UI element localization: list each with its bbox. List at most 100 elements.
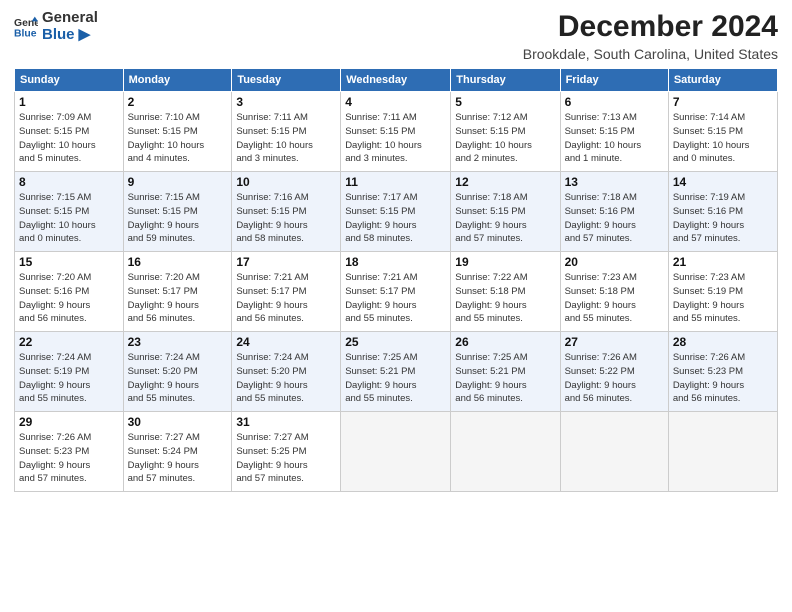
day-number: 27 [565, 335, 664, 349]
day-number: 17 [236, 255, 336, 269]
day-info: Sunrise: 7:20 AMSunset: 5:17 PMDaylight:… [128, 271, 228, 326]
logo-icon: General Blue [14, 15, 38, 39]
calendar-day-header: Monday [123, 69, 232, 92]
day-number: 24 [236, 335, 336, 349]
calendar-cell: 24 Sunrise: 7:24 AMSunset: 5:20 PMDayligh… [232, 332, 341, 412]
day-number: 16 [128, 255, 228, 269]
day-number: 8 [19, 175, 119, 189]
day-number: 3 [236, 95, 336, 109]
calendar-day-header: Tuesday [232, 69, 341, 92]
day-number: 11 [345, 175, 446, 189]
calendar-day-header: Friday [560, 69, 668, 92]
day-info: Sunrise: 7:11 AMSunset: 5:15 PMDaylight:… [345, 111, 446, 166]
day-info: Sunrise: 7:09 AMSunset: 5:15 PMDaylight:… [19, 111, 119, 166]
calendar-week-row: 29 Sunrise: 7:26 AMSunset: 5:23 PMDayligh… [15, 412, 778, 492]
calendar-cell: 22 Sunrise: 7:24 AMSunset: 5:19 PMDayligh… [15, 332, 124, 412]
calendar-week-row: 22 Sunrise: 7:24 AMSunset: 5:19 PMDayligh… [15, 332, 778, 412]
day-info: Sunrise: 7:24 AMSunset: 5:20 PMDaylight:… [128, 351, 228, 406]
day-number: 12 [455, 175, 555, 189]
day-info: Sunrise: 7:25 AMSunset: 5:21 PMDaylight:… [345, 351, 446, 406]
day-number: 10 [236, 175, 336, 189]
calendar-cell: 31Sunrise: 7:27 AMSunset: 5:25 PMDayligh… [232, 412, 341, 492]
calendar-cell: 16 Sunrise: 7:20 AMSunset: 5:17 PMDayligh… [123, 252, 232, 332]
day-info: Sunrise: 7:23 AMSunset: 5:19 PMDaylight:… [673, 271, 773, 326]
day-info: Sunrise: 7:10 AMSunset: 5:15 PMDaylight:… [128, 111, 228, 166]
calendar-day-header: Saturday [668, 69, 777, 92]
day-info: Sunrise: 7:21 AMSunset: 5:17 PMDaylight:… [236, 271, 336, 326]
calendar-cell: 18 Sunrise: 7:21 AMSunset: 5:17 PMDayligh… [341, 252, 451, 332]
calendar-cell: 25Sunrise: 7:25 AMSunset: 5:21 PMDayligh… [341, 332, 451, 412]
calendar-cell: 1 Sunrise: 7:09 AMSunset: 5:15 PMDaylight… [15, 92, 124, 172]
calendar-cell: 13 Sunrise: 7:18 AMSunset: 5:16 PMDayligh… [560, 172, 668, 252]
svg-text:Blue: Blue [14, 28, 37, 38]
page: General Blue General Blue ▶ December 202… [0, 0, 792, 612]
calendar-cell: 12 Sunrise: 7:18 AMSunset: 5:15 PMDayligh… [451, 172, 560, 252]
day-number: 29 [19, 415, 119, 429]
day-number: 1 [19, 95, 119, 109]
logo-blue: Blue ▶ [42, 27, 98, 44]
calendar-cell: 30Sunrise: 7:27 AMSunset: 5:24 PMDayligh… [123, 412, 232, 492]
day-info: Sunrise: 7:24 AMSunset: 5:19 PMDaylight:… [19, 351, 119, 406]
day-info: Sunrise: 7:19 AMSunset: 5:16 PMDaylight:… [673, 191, 773, 246]
day-number: 23 [128, 335, 228, 349]
calendar-week-row: 1 Sunrise: 7:09 AMSunset: 5:15 PMDaylight… [15, 92, 778, 172]
day-info: Sunrise: 7:15 AMSunset: 5:15 PMDaylight:… [19, 191, 119, 246]
day-number: 7 [673, 95, 773, 109]
calendar-cell: 19 Sunrise: 7:22 AMSunset: 5:18 PMDayligh… [451, 252, 560, 332]
day-number: 9 [128, 175, 228, 189]
day-number: 13 [565, 175, 664, 189]
day-info: Sunrise: 7:14 AMSunset: 5:15 PMDaylight:… [673, 111, 773, 166]
day-info: Sunrise: 7:27 AMSunset: 5:24 PMDaylight:… [128, 431, 228, 486]
day-info: Sunrise: 7:17 AMSunset: 5:15 PMDaylight:… [345, 191, 446, 246]
calendar-cell: 9Sunrise: 7:15 AMSunset: 5:15 PMDaylight… [123, 172, 232, 252]
day-number: 4 [345, 95, 446, 109]
logo-general: General [42, 10, 98, 27]
day-info: Sunrise: 7:18 AMSunset: 5:16 PMDaylight:… [565, 191, 664, 246]
day-info: Sunrise: 7:18 AMSunset: 5:15 PMDaylight:… [455, 191, 555, 246]
day-info: Sunrise: 7:26 AMSunset: 5:22 PMDaylight:… [565, 351, 664, 406]
day-number: 22 [19, 335, 119, 349]
day-number: 21 [673, 255, 773, 269]
day-info: Sunrise: 7:13 AMSunset: 5:15 PMDaylight:… [565, 111, 664, 166]
day-info: Sunrise: 7:12 AMSunset: 5:15 PMDaylight:… [455, 111, 555, 166]
calendar-cell [451, 412, 560, 492]
day-info: Sunrise: 7:21 AMSunset: 5:17 PMDaylight:… [345, 271, 446, 326]
day-number: 26 [455, 335, 555, 349]
day-info: Sunrise: 7:26 AMSunset: 5:23 PMDaylight:… [673, 351, 773, 406]
calendar-cell: 7 Sunrise: 7:14 AMSunset: 5:15 PMDaylight… [668, 92, 777, 172]
day-number: 28 [673, 335, 773, 349]
calendar-cell: 6 Sunrise: 7:13 AMSunset: 5:15 PMDaylight… [560, 92, 668, 172]
calendar-cell: 29 Sunrise: 7:26 AMSunset: 5:23 PMDayligh… [15, 412, 124, 492]
day-info: Sunrise: 7:26 AMSunset: 5:23 PMDaylight:… [19, 431, 119, 486]
day-info: Sunrise: 7:24 AMSunset: 5:20 PMDaylight:… [236, 351, 336, 406]
subtitle: Brookdale, South Carolina, United States [523, 46, 778, 62]
day-info: Sunrise: 7:27 AMSunset: 5:25 PMDaylight:… [236, 431, 336, 486]
day-info: Sunrise: 7:23 AMSunset: 5:18 PMDaylight:… [565, 271, 664, 326]
day-info: Sunrise: 7:20 AMSunset: 5:16 PMDaylight:… [19, 271, 119, 326]
day-info: Sunrise: 7:16 AMSunset: 5:15 PMDaylight:… [236, 191, 336, 246]
calendar-cell: 21 Sunrise: 7:23 AMSunset: 5:19 PMDayligh… [668, 252, 777, 332]
day-number: 18 [345, 255, 446, 269]
calendar-week-row: 15Sunrise: 7:20 AMSunset: 5:16 PMDayligh… [15, 252, 778, 332]
day-info: Sunrise: 7:11 AMSunset: 5:15 PMDaylight:… [236, 111, 336, 166]
header: General Blue General Blue ▶ December 202… [14, 10, 778, 62]
calendar-week-row: 8 Sunrise: 7:15 AMSunset: 5:15 PMDaylight… [15, 172, 778, 252]
calendar-cell: 8 Sunrise: 7:15 AMSunset: 5:15 PMDaylight… [15, 172, 124, 252]
calendar-cell: 26Sunrise: 7:25 AMSunset: 5:21 PMDayligh… [451, 332, 560, 412]
day-info: Sunrise: 7:22 AMSunset: 5:18 PMDaylight:… [455, 271, 555, 326]
calendar-day-header: Thursday [451, 69, 560, 92]
calendar-cell [560, 412, 668, 492]
day-number: 5 [455, 95, 555, 109]
calendar-cell: 28 Sunrise: 7:26 AMSunset: 5:23 PMDayligh… [668, 332, 777, 412]
calendar-cell: 2Sunrise: 7:10 AMSunset: 5:15 PMDaylight… [123, 92, 232, 172]
calendar-cell: 4 Sunrise: 7:11 AMSunset: 5:15 PMDaylight… [341, 92, 451, 172]
calendar-cell [341, 412, 451, 492]
calendar-cell: 20Sunrise: 7:23 AMSunset: 5:18 PMDayligh… [560, 252, 668, 332]
calendar-cell: 14Sunrise: 7:19 AMSunset: 5:16 PMDayligh… [668, 172, 777, 252]
calendar-cell: 17 Sunrise: 7:21 AMSunset: 5:17 PMDayligh… [232, 252, 341, 332]
calendar-cell [668, 412, 777, 492]
day-number: 19 [455, 255, 555, 269]
calendar-cell: 23 Sunrise: 7:24 AMSunset: 5:20 PMDayligh… [123, 332, 232, 412]
day-number: 6 [565, 95, 664, 109]
main-title: December 2024 [523, 10, 778, 44]
